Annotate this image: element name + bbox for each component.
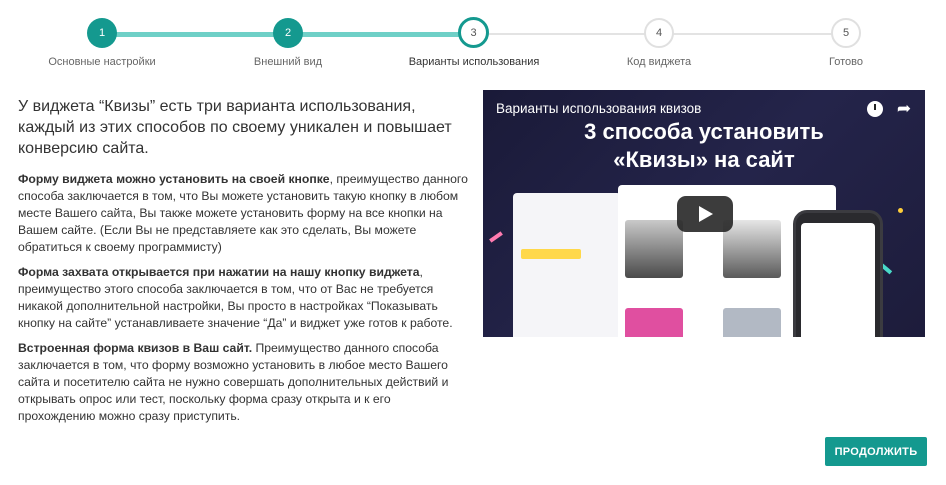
step-5-label: Готово [829,56,863,68]
video-title[interactable]: Варианты использования квизов [496,101,701,116]
preview-discount-tag [521,249,581,259]
option-custom-button: Форму виджета можно установить на своей … [18,171,470,256]
option-widget-button-title: Форма захвата открывается при нажатии на… [18,265,420,279]
video-player[interactable]: Варианты использования квизов ➦ 3 способ… [483,90,925,337]
step-4-label: Код виджета [626,56,692,68]
step-5-circle[interactable]: 5 [831,18,861,48]
preview-phone [793,210,883,337]
step-1-label: Основные настройки [48,56,156,68]
step-2-circle[interactable]: 2 [273,18,303,48]
share-icon[interactable]: ➦ [894,99,914,119]
play-button-icon[interactable] [677,196,733,232]
step-4-circle[interactable]: 4 [644,18,674,48]
option-embedded-form: Встроенная форма квизов в Ваш сайт. Преи… [18,340,470,425]
step-3-label: Варианты использования [408,56,540,68]
preview-photo [723,220,781,278]
intro-text: У виджета “Квизы” есть три варианта испо… [18,98,452,157]
option-embedded-form-title: Встроенная форма квизов в Ваш сайт. [18,341,253,355]
preview-photo [625,308,683,337]
preview-photo [625,220,683,278]
option-custom-button-title: Форму виджета можно установить на своей … [18,172,330,186]
watch-later-icon[interactable] [867,101,883,117]
preview-widget-card [513,193,621,337]
step-1-circle[interactable]: 1 [87,18,117,48]
preview-phone-screen [801,223,875,337]
continue-button[interactable]: ПРОДОЛЖИТЬ [825,437,927,466]
progress-stepper: 1 2 3 4 5 Основные настройки Внешний вид… [0,0,946,80]
video-headline-line1: 3 способа установить [584,119,824,144]
video-headline-line2: «Квизы» на сайт [613,147,795,172]
decor-dot [898,208,903,213]
preview-photo [723,308,781,337]
step-2-label: Внешний вид [253,56,323,68]
step-3-circle[interactable]: 3 [458,17,489,48]
usage-description: У виджета “Квизы” есть три варианта испо… [18,96,470,433]
option-widget-button: Форма захвата открывается при нажатии на… [18,264,470,332]
decor-shape [489,231,503,243]
